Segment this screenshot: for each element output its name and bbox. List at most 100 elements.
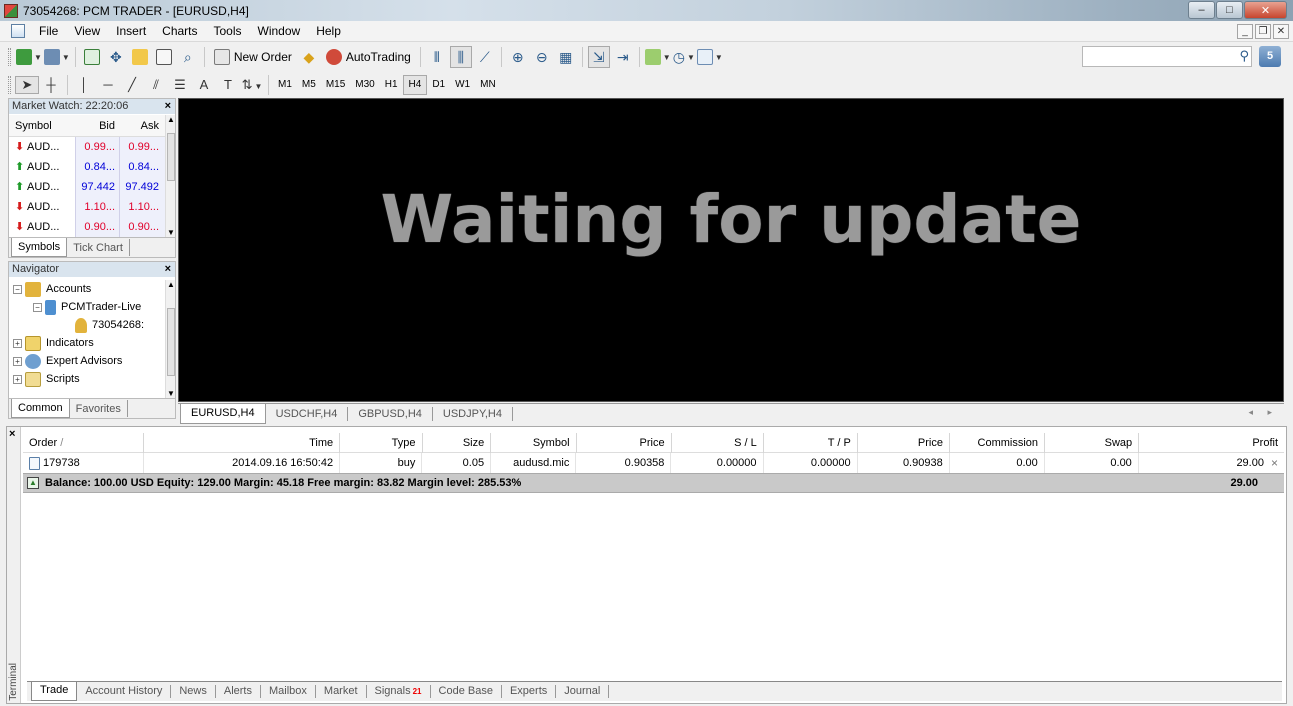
tab-news[interactable]: News [171,685,216,698]
tab-journal[interactable]: Journal [556,685,610,698]
navigator-toggle[interactable] [129,46,151,68]
timeframe-m15[interactable]: M15 [321,75,350,95]
timeframe-m30[interactable]: M30 [350,75,379,95]
data-window-toggle[interactable]: ✥ [105,46,127,68]
expand-icon[interactable]: + [13,356,22,366]
chart-tab-gbpusd[interactable]: GBPUSD,H4 [348,406,433,421]
zoom-out-button[interactable]: ⊖ [531,46,553,68]
timeframe-h1[interactable]: H1 [380,75,403,95]
profiles-button[interactable]: ▼ [43,46,70,68]
timeframe-w1[interactable]: W1 [450,75,475,95]
menu-help[interactable]: Help [308,24,349,38]
chart-tab-usdchf[interactable]: USDCHF,H4 [266,406,349,421]
column-order[interactable]: Order / [23,432,145,453]
vertical-line-tool[interactable]: │ [72,77,96,92]
search-icon[interactable]: ⚲ [1239,48,1249,64]
candlestick-button[interactable]: ⫼ [449,46,472,68]
market-watch-toggle[interactable] [81,46,103,68]
expand-icon[interactable]: + [13,338,22,348]
column-bid[interactable]: Bid [75,120,119,132]
tab-experts[interactable]: Experts [502,685,557,698]
table-row[interactable]: 179738 2014.09.16 16:50:42 buy 0.05 audu… [23,453,1284,473]
list-item[interactable]: ⬇ AUD... 0.99... 0.99... [9,137,167,157]
maximize-button[interactable]: □ [1216,1,1243,19]
mdi-close-button[interactable]: ✕ [1273,24,1289,39]
minimize-button[interactable]: – [1188,1,1215,19]
menu-tools[interactable]: Tools [206,24,250,38]
collapse-icon[interactable]: − [33,302,42,312]
bar-chart-button[interactable]: ⫴ [426,46,448,68]
tree-item-account[interactable]: 73054268: [13,316,144,334]
strategy-tester-toggle[interactable]: ⌕ [177,46,199,68]
timeframe-mn[interactable]: MN [475,75,501,95]
chart-window-icon[interactable] [11,24,25,38]
tab-signals[interactable]: Signals 21 [367,685,431,698]
tab-account-history[interactable]: Account History [77,685,172,698]
templates-button[interactable]: ▼ [696,46,723,68]
autotrading-button[interactable]: AutoTrading [322,46,415,68]
signals-button[interactable]: 5 [1259,46,1281,67]
tab-mailbox[interactable]: Mailbox [261,685,316,698]
list-item[interactable]: ⬆ AUD... 0.84... 0.84... [9,157,167,177]
market-watch-close-button[interactable]: × [165,99,171,114]
market-watch-scroll-thumb[interactable] [167,133,175,181]
column-type[interactable]: Type [340,432,423,453]
metaeditor-button[interactable]: ◆ [298,46,320,68]
list-item[interactable]: ⬇ AUD... 1.10... 1.10... [9,197,167,217]
column-commission[interactable]: Commission [950,432,1046,453]
menu-charts[interactable]: Charts [154,24,205,38]
timeframe-d1[interactable]: D1 [427,75,450,95]
crosshair-tool[interactable]: ┼ [39,77,63,92]
menu-insert[interactable]: Insert [108,24,154,38]
column-symbol[interactable]: Symbol [491,432,577,453]
tab-common[interactable]: Common [11,399,70,418]
zoom-in-button[interactable]: ⊕ [507,46,529,68]
tab-alerts[interactable]: Alerts [216,685,261,698]
tree-item-server[interactable]: − PCMTrader-Live [13,298,144,316]
column-profit[interactable]: Profit [1139,433,1284,453]
menu-view[interactable]: View [66,24,108,38]
menu-window[interactable]: Window [250,24,309,38]
column-price[interactable]: Price [858,432,950,453]
chart-tabs-scroll-arrows[interactable]: ◂ ▸ [1248,407,1278,418]
close-order-button[interactable]: × [1271,456,1278,470]
tab-trade[interactable]: Trade [31,682,78,701]
expand-icon[interactable]: + [13,374,22,384]
tab-favorites[interactable]: Favorites [70,400,128,417]
tile-windows-button[interactable]: ▦ [555,46,577,68]
timeframe-m1[interactable]: M1 [273,75,297,95]
chart-tab-eurusd[interactable]: EURUSD,H4 [180,403,266,424]
new-order-button[interactable]: New Order [210,46,296,68]
toolbar-grip[interactable] [8,48,11,66]
search-input[interactable] [1082,46,1252,67]
equidistant-channel-tool[interactable]: ⫽ [144,77,168,93]
tab-code-base[interactable]: Code Base [431,685,502,698]
tab-tick-chart[interactable]: Tick Chart [67,239,130,256]
navigator-scroll-thumb[interactable] [167,308,175,376]
list-item[interactable]: ⬇ AUD... 0.90... 0.90... [9,217,167,237]
column-tp[interactable]: T / P [764,432,858,453]
mdi-minimize-button[interactable]: _ [1237,24,1253,39]
terminal-close-button[interactable]: × [9,428,15,440]
text-label-tool[interactable]: T [216,77,240,92]
tab-market[interactable]: Market [316,685,367,698]
list-item[interactable]: ⬆ AUD... 97.442 97.492 [9,177,167,197]
tree-item-accounts[interactable]: − Accounts [13,280,144,298]
chart-shift-button[interactable]: ⇥ [612,46,634,68]
trendline-tool[interactable]: ╱ [120,77,144,93]
fibonacci-tool[interactable]: ☰ [168,77,192,93]
tab-symbols[interactable]: Symbols [11,238,68,257]
close-window-button[interactable]: ✕ [1244,1,1287,19]
toolbar-grip-2[interactable] [8,75,11,94]
mdi-restore-button[interactable]: ❐ [1255,24,1271,39]
timeframe-h4[interactable]: H4 [402,74,428,95]
column-swap[interactable]: Swap [1045,432,1140,453]
indicators-button[interactable]: ▼ [644,46,671,68]
navigator-close-button[interactable]: × [165,262,171,277]
horizontal-line-tool[interactable]: ─ [96,77,120,92]
tree-item-indicators[interactable]: + Indicators [13,334,144,352]
timeframe-m5[interactable]: M5 [297,75,321,95]
collapse-icon[interactable]: − [13,284,22,294]
column-symbol[interactable]: Symbol [9,120,75,132]
cursor-tool[interactable]: ➤ [15,75,39,94]
